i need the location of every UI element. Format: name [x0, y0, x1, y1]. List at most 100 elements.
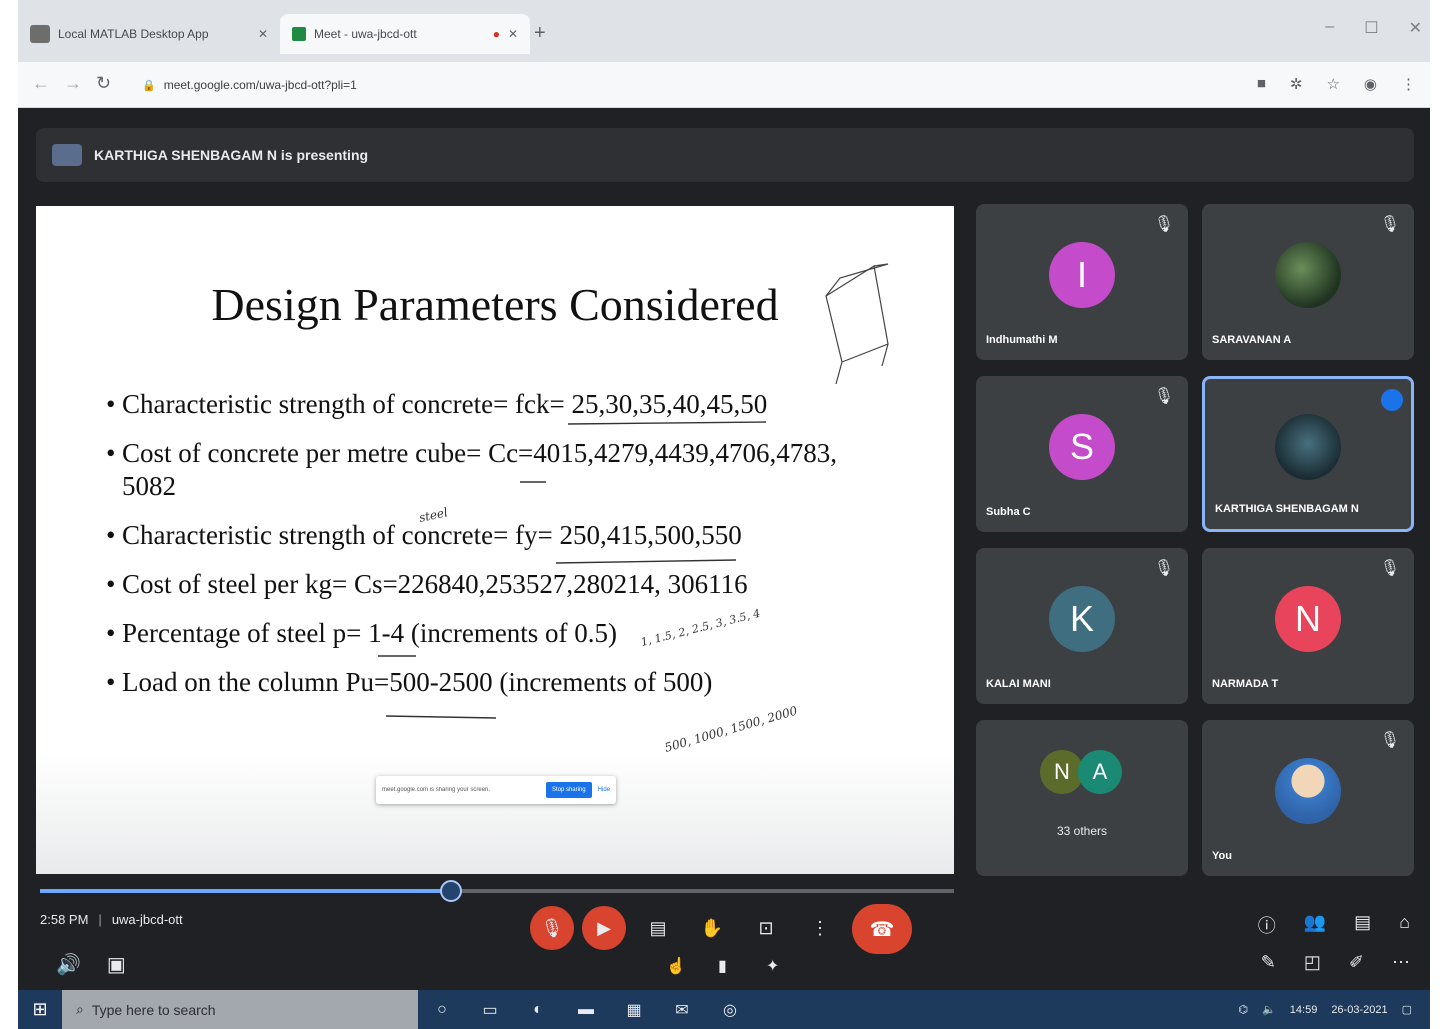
marker-icon[interactable]: ✐ [1349, 952, 1364, 973]
camera-toggle-button[interactable]: ▶ [582, 906, 626, 950]
participant-tile[interactable]: 🎙 SARAVANAN A [1202, 204, 1414, 360]
share-notice: meet.google.com is sharing your screen. … [376, 776, 616, 804]
bullet-item: Characteristic strength of concrete= fy=… [106, 519, 886, 552]
tab-title: Meet - uwa-jbcd-ott [314, 27, 417, 41]
close-icon[interactable]: ✕ [508, 27, 518, 41]
participant-name: KARTHIGA SHENBAGAM N [1215, 503, 1359, 515]
avatar [1275, 758, 1341, 824]
captions-icon[interactable]: ▣ [107, 952, 126, 977]
url-field[interactable]: 🔒 meet.google.com/uwa-jbcd-ott?pli=1 [130, 71, 1250, 99]
laser-icon[interactable]: ✦ [766, 956, 779, 976]
self-tile[interactable]: 🎙 You [1202, 720, 1414, 876]
mic-off-icon: 🎙 [540, 917, 564, 938]
people-icon[interactable]: 👥 [1304, 912, 1326, 938]
meeting-info: 2:58 PM | uwa-jbcd-ott [40, 912, 183, 927]
share-notice-text: meet.google.com is sharing your screen. [382, 787, 491, 793]
mic-off-icon: 🎙 [1379, 560, 1400, 577]
screen: Local MATLAB Desktop App ✕ Meet - uwa-jb… [18, 0, 1430, 1029]
mic-off-icon: 🎙 [1153, 388, 1174, 405]
back-icon[interactable]: ← [32, 73, 50, 94]
forward-icon[interactable]: → [64, 73, 82, 94]
participant-name: Subha C [986, 506, 1031, 518]
menu-icon[interactable]: ⋮ [1401, 75, 1416, 93]
hand-icon: ✋ [700, 917, 724, 938]
reload-icon[interactable]: ↻ [96, 73, 111, 94]
mic-off-icon: 🎙 [1153, 216, 1174, 233]
pointer-icon[interactable]: ☝ [666, 956, 686, 976]
stop-sharing-button[interactable]: Stop sharing [545, 782, 592, 798]
participant-name: NARMADA T [1212, 678, 1279, 690]
meeting-time: 2:58 PM [40, 912, 89, 927]
others-count: 33 others [1056, 824, 1108, 838]
present-button[interactable]: ⊡ [744, 906, 788, 950]
maximize-button[interactable]: ☐ [1364, 18, 1378, 38]
store-icon[interactable]: ▦ [610, 1000, 658, 1020]
speaker-icon[interactable]: 🔈 [1262, 1003, 1276, 1016]
close-window-button[interactable]: ✕ [1409, 18, 1422, 38]
hide-link[interactable]: Hide [598, 787, 610, 793]
extensions: ■ ✲ ☆ ◉ ⋮ [1257, 75, 1416, 93]
bullet-item: Percentage of steel p= 1-4 (increments o… [106, 617, 886, 650]
slide-shadow [36, 754, 954, 874]
extension-icon[interactable]: ✲ [1290, 75, 1303, 93]
profile-icon[interactable]: ◉ [1364, 75, 1377, 93]
notifications-icon[interactable]: ▢ [1402, 1003, 1412, 1016]
progress-handle[interactable] [440, 880, 463, 902]
star-icon[interactable]: ☆ [1326, 75, 1339, 93]
participant-tile[interactable]: N 🎙 NARMADA T [1202, 548, 1414, 704]
participant-tile[interactable]: I 🎙 Indhumathi M [976, 204, 1188, 360]
trash-icon[interactable]: ▮ [718, 956, 727, 976]
raise-hand-button[interactable]: ✋ [690, 906, 734, 950]
close-icon[interactable]: ✕ [258, 27, 268, 41]
pen-icon[interactable]: ✎ [1261, 952, 1276, 973]
chat-icon[interactable]: ▤ [1354, 912, 1371, 938]
tray-date: 26-03-2021 [1331, 1003, 1388, 1016]
annotation-tools: ✎ ◰ ✐ ⋯ [1261, 952, 1410, 973]
taskbar-search[interactable]: ⌕ Type here to search [62, 990, 418, 1029]
task-view-icon[interactable]: ○ [418, 1001, 466, 1019]
bullet-item: Characteristic strength of concrete= fck… [106, 388, 886, 421]
end-call-button[interactable]: ☎ [852, 904, 912, 954]
tray-time: 14:59 [1289, 1003, 1318, 1016]
participant-tile[interactable]: S 🎙 Subha C [976, 376, 1188, 532]
edge-icon[interactable]: ◐ [514, 1001, 562, 1019]
player-controls: 🔊 ▣ [56, 952, 126, 977]
captions-button[interactable]: ▤ [636, 906, 680, 950]
phone-hangup-icon: ☎ [869, 918, 895, 941]
progress-fill [40, 889, 452, 893]
windows-start-icon[interactable]: ⊞ [18, 999, 62, 1020]
screenshot-icon[interactable]: ◰ [1304, 952, 1321, 973]
avatar: S [1049, 414, 1115, 480]
participant-tile[interactable]: K 🎙 KALAI MANI [976, 548, 1188, 704]
others-tile[interactable]: N A 33 others [976, 720, 1188, 876]
minimize-button[interactable]: – [1325, 18, 1334, 38]
volume-icon[interactable]: 🔊 [56, 952, 81, 977]
window-controls: – ☐ ✕ [1325, 18, 1422, 38]
widgets-icon[interactable]: ▭ [466, 1000, 514, 1020]
camera-icon[interactable]: ■ [1257, 75, 1266, 93]
participant-tile-presenter[interactable]: KARTHIGA SHENBAGAM N [1202, 376, 1414, 532]
file-explorer-icon[interactable]: ▬ [562, 1001, 610, 1019]
info-icon[interactable]: ⓘ [1258, 912, 1276, 938]
network-icon[interactable]: ⌬ [1238, 1003, 1248, 1016]
more-icon[interactable]: ⋯ [1392, 952, 1410, 973]
avatar: K [1049, 586, 1115, 652]
camera-off-icon: ▶ [597, 917, 611, 938]
mic-toggle-button[interactable]: 🎙 [530, 906, 574, 950]
activities-icon[interactable]: ⌂ [1399, 912, 1410, 938]
tab-meet[interactable]: Meet - uwa-jbcd-ott ● ✕ [280, 14, 530, 54]
chrome-icon[interactable]: ◎ [706, 1000, 754, 1020]
tab-matlab[interactable]: Local MATLAB Desktop App ✕ [18, 14, 280, 54]
meeting-side-controls: ⓘ 👥 ▤ ⌂ [1258, 912, 1410, 938]
bullet-item: Load on the column Pu=500-2500 (incremen… [106, 666, 886, 699]
mail-icon[interactable]: ✉ [658, 1000, 706, 1020]
video-progress[interactable] [40, 876, 954, 908]
bullet-item: Cost of concrete per metre cube= Cc=4015… [106, 437, 886, 503]
more-options-button[interactable]: ⋮ [798, 906, 842, 950]
participant-name: Indhumathi M [986, 334, 1058, 346]
slide-title: Design Parameters Considered [211, 279, 779, 330]
bullet-item: Cost of steel per kg= Cs=226840,253527,2… [106, 568, 886, 601]
mic-off-icon: 🎙 [1153, 560, 1174, 577]
slide-bullets: Characteristic strength of concrete= fck… [106, 388, 886, 715]
new-tab-button[interactable]: + [534, 22, 546, 45]
